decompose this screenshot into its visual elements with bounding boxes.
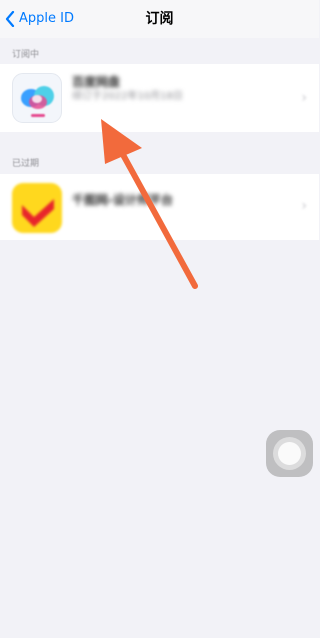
baidu-netdisk-app-icon bbox=[12, 73, 62, 123]
subscription-title: 千图网-设计师平台 bbox=[72, 193, 173, 207]
assistive-touch-button[interactable] bbox=[266, 430, 313, 477]
subscription-title: 百度网盘 bbox=[72, 75, 121, 89]
subscription-row-qiantu[interactable]: 千图网-设计师平台 › bbox=[0, 174, 319, 240]
page-title: 订阅 bbox=[145, 11, 174, 27]
navigation-bar: Apple ID 订阅 bbox=[0, 0, 319, 38]
chevron-right-icon: › bbox=[301, 198, 307, 214]
active-section-header: 订阅中 bbox=[12, 50, 40, 60]
assistive-touch-center bbox=[278, 442, 301, 465]
active-subscriptions-group: 百度网盘 续订于2022年10月18日 › bbox=[0, 64, 319, 132]
subscription-text: 百度网盘 续订于2022年10月18日 bbox=[72, 74, 291, 104]
subscription-renewal: 续订于2022年10月18日 bbox=[72, 91, 183, 102]
subscription-text: 千图网-设计师平台 bbox=[72, 192, 291, 208]
expired-section-header: 已过期 bbox=[12, 159, 40, 169]
chevron-right-icon: › bbox=[301, 90, 307, 106]
expired-subscriptions-group: 千图网-设计师平台 › bbox=[0, 174, 319, 240]
subscription-row-baidu-netdisk[interactable]: 百度网盘 续订于2022年10月18日 › bbox=[0, 64, 319, 132]
qiantu-app-icon bbox=[12, 183, 62, 233]
